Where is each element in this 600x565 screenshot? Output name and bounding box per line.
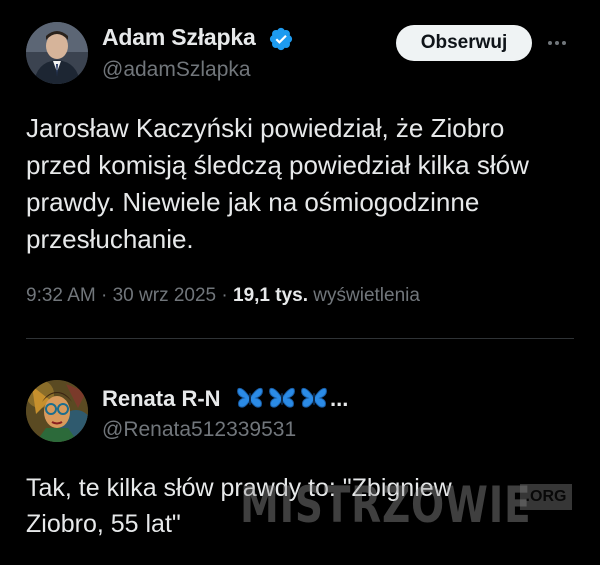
reply-author-name[interactable]: Renata R-N [102,386,221,412]
more-icon[interactable] [540,28,574,58]
meta-separator: · [221,285,228,306]
butterfly-icon [301,387,327,408]
name-emoji-group [236,386,328,410]
main-tweet: Adam Szłapka @adamSzlapka Obserwuj Jaros… [0,0,600,340]
verified-badge-icon [269,27,293,51]
tweet-text: Jarosław Kaczyński powiedział, że Ziobro… [26,113,529,254]
divider [26,338,574,339]
views-count: 19,1 tys. [233,285,309,306]
reply-text: Tak, te kilka słów prawdy to: "Zbigniew … [26,474,452,538]
reply-avatar[interactable] [26,380,88,442]
author-name[interactable]: Adam Szłapka [102,24,256,51]
tweet-date[interactable]: 30 wrz 2025 [113,285,217,306]
tweet-time[interactable]: 9:32 AM [26,285,96,306]
views-label: wyświetlenia [313,285,420,306]
tweet-thread: Adam Szłapka @adamSzlapka Obserwuj Jaros… [0,0,600,565]
tweet-meta: 9:32 AM · 30 wrz 2025 · 19,1 tys. wyświe… [26,285,420,307]
author-handle[interactable]: @adamSzlapka [102,58,251,82]
reply-author-handle[interactable]: @Renata512339531 [102,418,296,442]
follow-button[interactable]: Obserwuj [396,25,532,61]
meta-separator: · [101,285,108,306]
butterfly-icon [269,387,295,408]
author-avatar[interactable] [26,22,88,84]
butterfly-icon [237,387,263,408]
name-truncation: ... [330,386,349,411]
